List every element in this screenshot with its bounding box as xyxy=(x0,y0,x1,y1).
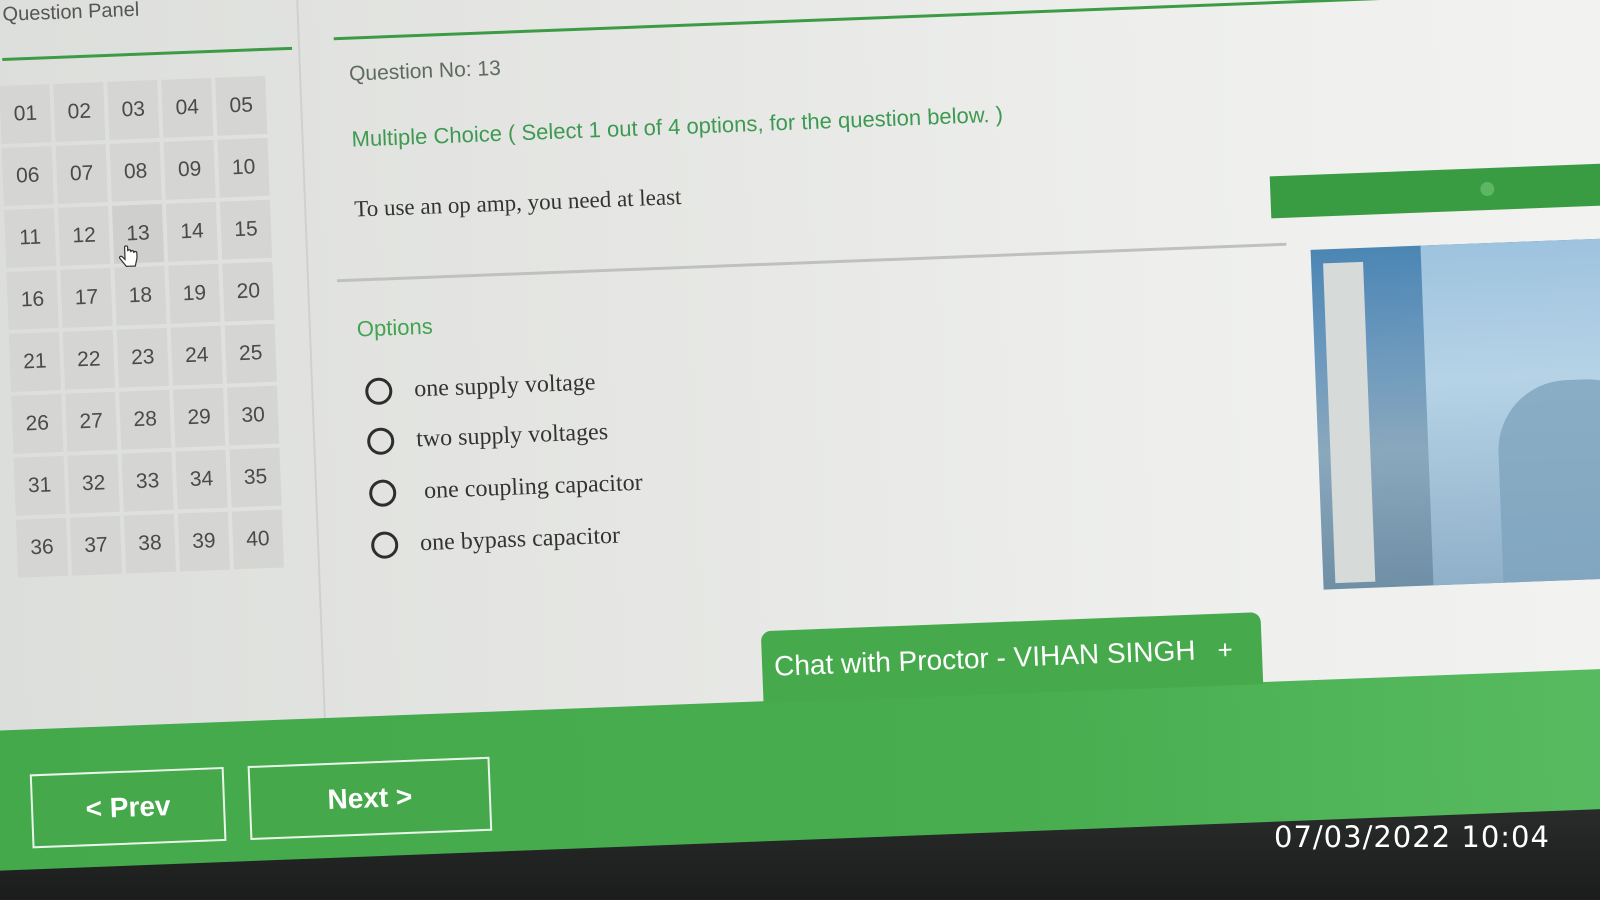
question-nav-cell[interactable]: 16 xyxy=(6,270,59,330)
question-grid: 01 02 03 04 05 06 07 08 09 10 11 12 13 14 15 16 17 18 19 20… xyxy=(0,75,284,578)
question-nav-cell[interactable]: 21 xyxy=(8,331,62,392)
option-4-radio[interactable] xyxy=(370,531,399,560)
option-1-radio[interactable] xyxy=(364,377,393,406)
option-2-radio[interactable] xyxy=(366,427,395,456)
question-nav-cell[interactable]: 15 xyxy=(219,199,273,260)
option-3-radio[interactable] xyxy=(368,479,397,508)
question-nav-cell[interactable]: 12 xyxy=(58,206,111,266)
exam-screen: Question Panel 01 02 03 04 05 06 07 08 09 10 11 12 1… xyxy=(0,0,1600,898)
question-nav-cell[interactable]: 38 xyxy=(123,513,177,574)
question-nav-cell[interactable]: 09 xyxy=(163,139,216,200)
question-nav-cell[interactable]: 19 xyxy=(168,263,221,324)
question-nav-cell[interactable]: 34 xyxy=(175,449,228,510)
question-nav-cell[interactable]: 08 xyxy=(109,141,162,202)
question-nav-cell[interactable]: 20 xyxy=(222,261,275,322)
video-status-dot xyxy=(1480,181,1495,197)
question-nav-cell[interactable]: 26 xyxy=(11,393,64,454)
question-nav-cell[interactable]: 18 xyxy=(114,265,167,326)
question-nav-cell[interactable]: 02 xyxy=(53,82,106,142)
question-nav-cell[interactable]: 14 xyxy=(165,201,219,262)
webcam-video-feed xyxy=(1310,237,1600,590)
expand-plus-icon[interactable]: + xyxy=(1217,634,1233,666)
video-frame-post xyxy=(1323,261,1376,584)
question-nav-cell[interactable]: 10 xyxy=(217,137,270,198)
options-heading: Options xyxy=(356,313,434,342)
question-nav-cell[interactable]: 32 xyxy=(67,453,120,514)
question-nav-cell[interactable]: 23 xyxy=(116,327,169,388)
hand-cursor-icon xyxy=(118,245,138,267)
next-button[interactable]: Next > xyxy=(247,756,493,841)
question-nav-cell[interactable]: 35 xyxy=(229,447,282,508)
question-nav-cell[interactable]: 28 xyxy=(119,389,172,450)
video-person-figure xyxy=(1495,376,1600,590)
question-nav-cell[interactable]: 33 xyxy=(121,451,174,512)
question-nav-cell[interactable]: 17 xyxy=(60,267,113,328)
question-nav-cell[interactable]: 27 xyxy=(65,391,118,452)
question-nav-cell[interactable]: 29 xyxy=(173,387,226,448)
prev-button[interactable]: < Prev xyxy=(29,766,227,849)
question-nav-cell[interactable]: 39 xyxy=(177,511,231,572)
question-nav-cell[interactable]: 36 xyxy=(15,517,69,578)
question-nav-cell[interactable]: 25 xyxy=(224,323,277,384)
question-nav-cell[interactable]: 11 xyxy=(4,208,57,268)
question-nav-cell[interactable]: 40 xyxy=(231,509,284,570)
chat-tab-label: Chat with Proctor - VIHAN SINGH xyxy=(773,634,1197,682)
question-nav-cell[interactable]: 30 xyxy=(227,385,280,446)
question-nav-cell[interactable]: 24 xyxy=(170,325,223,386)
question-nav-cell[interactable]: 22 xyxy=(62,329,115,390)
photo-timestamp: 07/03/2022 10:04 xyxy=(1274,820,1550,854)
question-nav-cell[interactable]: 05 xyxy=(215,75,268,136)
question-nav-cell[interactable]: 07 xyxy=(55,144,108,204)
question-nav-cell[interactable]: 03 xyxy=(107,80,160,140)
question-nav-cell[interactable]: 06 xyxy=(1,146,54,207)
question-nav-cell[interactable]: 04 xyxy=(161,77,214,138)
question-nav-cell[interactable]: 37 xyxy=(69,515,123,576)
question-nav-cell[interactable]: 31 xyxy=(13,455,66,516)
question-nav-cell[interactable]: 01 xyxy=(0,84,52,145)
